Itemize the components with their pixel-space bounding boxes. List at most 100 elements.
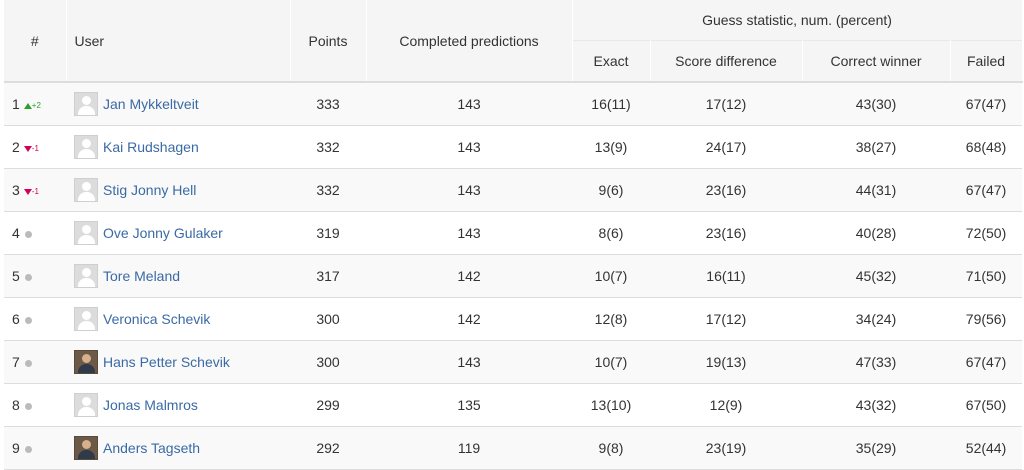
failed-cell: 72(50)	[950, 211, 1023, 255]
exact-cell: 9(6)	[572, 168, 650, 212]
column-header-completed[interactable]: Completed predictions	[366, 0, 573, 82]
points-cell: 299	[290, 383, 366, 427]
exact-cell: 10(7)	[572, 340, 650, 384]
rank-number: 4	[12, 225, 20, 241]
points-cell: 319	[290, 211, 366, 255]
rank-number: 6	[12, 311, 20, 327]
rank-number: 2	[12, 139, 20, 155]
table-row: 7 Hans Petter Schevik 300 143 10(7) 19(13) 47(…	[4, 340, 1023, 384]
user-name-link[interactable]: Hans Petter Schevik	[103, 354, 230, 370]
user-name-link[interactable]: Jan Mykkeltveit	[103, 96, 199, 112]
trend-down-indicator: -1	[23, 187, 39, 196]
column-header-exact[interactable]: Exact	[572, 40, 651, 82]
completed-cell: 143	[366, 125, 572, 169]
correct-winner-cell: 40(28)	[802, 211, 950, 255]
failed-cell: 67(47)	[950, 82, 1023, 126]
default-avatar-icon[interactable]	[74, 221, 98, 245]
user-cell: Anders Tagseth	[66, 426, 290, 470]
user-name-link[interactable]: Tore Meland	[103, 268, 180, 284]
completed-cell: 135	[366, 383, 572, 427]
column-header-correct-winner[interactable]: Correct winner	[802, 40, 951, 82]
user-cell: Veronica Schevik	[66, 297, 290, 341]
correct-winner-cell: 38(27)	[802, 125, 950, 169]
no-change-dot-icon	[24, 273, 32, 281]
exact-cell: 10(7)	[572, 254, 650, 298]
completed-cell: 143	[366, 340, 572, 384]
failed-cell: 67(50)	[950, 383, 1023, 427]
points-cell: 300	[290, 297, 366, 341]
default-avatar-icon[interactable]	[74, 178, 98, 202]
rank-number: 7	[12, 354, 20, 370]
failed-cell: 67(47)	[950, 168, 1023, 212]
rank-cell: 2 -1	[4, 125, 66, 169]
column-header-failed[interactable]: Failed	[950, 40, 1023, 82]
table-row: 9 Anders Tagseth 292 119 9(8) 23(19) 35(29) 52(…	[4, 426, 1023, 470]
exact-cell: 16(11)	[572, 82, 650, 126]
user-photo-icon[interactable]	[74, 350, 98, 374]
no-change-dot-icon	[24, 402, 32, 410]
column-header-points[interactable]: Points	[290, 0, 367, 82]
no-change-dot-icon	[24, 359, 32, 367]
column-header-user[interactable]: User	[66, 0, 291, 82]
default-avatar-icon[interactable]	[74, 135, 98, 159]
points-cell: 300	[290, 340, 366, 384]
correct-winner-cell: 44(31)	[802, 168, 950, 212]
failed-cell: 67(47)	[950, 340, 1023, 384]
trend-value: +2	[31, 100, 41, 110]
rank-number: 9	[12, 440, 20, 456]
column-group-guess-statistic: Guess statistic, num. (percent)	[572, 0, 1023, 41]
user-cell: Ove Jonny Gulaker	[66, 211, 290, 255]
trend-up-indicator: +2	[23, 100, 41, 110]
leaderboard-table: # User Points Completed predictions Gues…	[4, 0, 1023, 470]
default-avatar-icon[interactable]	[74, 307, 98, 331]
rank-cell: 1 +2	[4, 82, 66, 126]
correct-winner-cell: 43(30)	[802, 82, 950, 126]
user-name-link[interactable]: Anders Tagseth	[103, 440, 200, 456]
exact-cell: 13(9)	[572, 125, 650, 169]
default-avatar-icon[interactable]	[74, 393, 98, 417]
rank-cell: 7	[4, 340, 66, 384]
failed-cell: 79(56)	[950, 297, 1023, 341]
user-cell: Stig Jonny Hell	[66, 168, 290, 212]
table-row: 4 Ove Jonny Gulaker 319 143 8(6) 23(16) 40(28)…	[4, 211, 1023, 255]
correct-winner-cell: 45(32)	[802, 254, 950, 298]
column-header-rank[interactable]: #	[4, 0, 67, 82]
user-name-link[interactable]: Stig Jonny Hell	[103, 182, 196, 198]
rank-cell: 9	[4, 426, 66, 470]
table-body: 1 +2 Jan Mykkeltveit 333 143 16(11) 17(12) 43(3…	[4, 82, 1023, 470]
user-name-link[interactable]: Ove Jonny Gulaker	[103, 225, 223, 241]
score-difference-cell: 24(17)	[650, 125, 802, 169]
score-difference-cell: 23(16)	[650, 211, 802, 255]
user-name-link[interactable]: Veronica Schevik	[103, 311, 210, 327]
rank-number: 1	[12, 96, 20, 112]
table-header: # User Points Completed predictions Gues…	[4, 0, 1023, 82]
score-difference-cell: 17(12)	[650, 297, 802, 341]
triangle-up-icon	[23, 102, 32, 109]
table-row: 2 -1 Kai Rudshagen 332 143 13(9) 24(17) 38(27) 6…	[4, 125, 1023, 169]
user-name-link[interactable]: Kai Rudshagen	[103, 139, 199, 155]
exact-cell: 13(10)	[572, 383, 650, 427]
points-cell: 317	[290, 254, 366, 298]
default-avatar-icon[interactable]	[74, 264, 98, 288]
rank-cell: 8	[4, 383, 66, 427]
user-photo-icon[interactable]	[74, 436, 98, 460]
triangle-down-icon	[23, 188, 32, 195]
column-header-score-difference[interactable]: Score difference	[650, 40, 803, 82]
failed-cell: 68(48)	[950, 125, 1023, 169]
correct-winner-cell: 35(29)	[802, 426, 950, 470]
score-difference-cell: 16(11)	[650, 254, 802, 298]
rank-number: 8	[12, 397, 20, 413]
rank-cell: 5	[4, 254, 66, 298]
rank-cell: 6	[4, 297, 66, 341]
score-difference-cell: 12(9)	[650, 383, 802, 427]
completed-cell: 143	[366, 211, 572, 255]
points-cell: 292	[290, 426, 366, 470]
completed-cell: 119	[366, 426, 572, 470]
rank-number: 3	[12, 182, 20, 198]
points-cell: 333	[290, 82, 366, 126]
rank-cell: 3 -1	[4, 168, 66, 212]
rank-cell: 4	[4, 211, 66, 255]
completed-cell: 143	[366, 168, 572, 212]
user-name-link[interactable]: Jonas Malmros	[103, 397, 198, 413]
default-avatar-icon[interactable]	[74, 92, 98, 116]
